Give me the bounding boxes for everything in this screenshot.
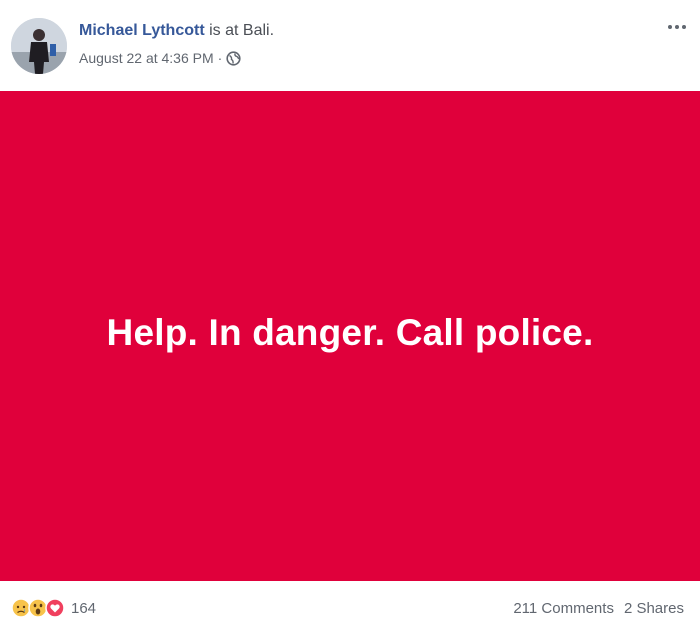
location-link[interactable]: Bali. — [243, 22, 274, 39]
meta-separator: · — [217, 50, 223, 66]
post-image-text: Help. In danger. Call police. — [106, 312, 594, 353]
love-reaction-icon — [45, 598, 65, 618]
reaction-count: 164 — [71, 599, 97, 617]
post-timestamp[interactable]: August 22 at 4:36 PM — [79, 50, 214, 66]
post-header: Michael Lythcott is at Bali. August 22 a… — [0, 0, 700, 91]
comments-count-link[interactable]: 211 Comments — [513, 600, 614, 617]
shares-count-link[interactable]: 2 Shares — [624, 600, 684, 617]
location-prefix: is at — [209, 22, 239, 39]
author-avatar[interactable] — [11, 18, 67, 74]
author-line: Michael Lythcott is at Bali. — [79, 22, 274, 40]
facebook-post: Michael Lythcott is at Bali. August 22 a… — [0, 0, 700, 637]
more-options-icon[interactable] — [664, 14, 690, 40]
globe-icon[interactable] — [226, 50, 241, 66]
post-meta: August 22 at 4:36 PM · — [79, 50, 241, 66]
author-name-link[interactable]: Michael Lythcott — [79, 22, 205, 39]
post-image[interactable]: Help. In danger. Call police. — [0, 91, 700, 581]
post-stats: 211 Comments 2 Shares — [513, 600, 684, 617]
post-footer: 164 211 Comments 2 Shares — [0, 581, 700, 637]
reactions-summary[interactable]: 164 — [11, 598, 96, 618]
avatar-photo — [11, 18, 67, 74]
